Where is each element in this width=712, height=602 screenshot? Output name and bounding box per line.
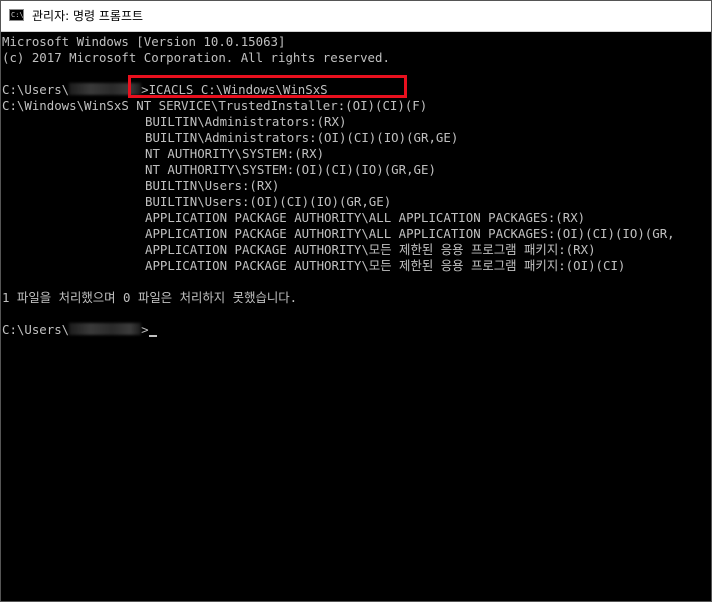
permission-line: APPLICATION PACKAGE AUTHORITY\ALL APPLIC… — [145, 210, 586, 225]
result-path: C:\Windows\WinSxS — [2, 98, 129, 113]
redacted-username — [69, 323, 142, 335]
console-output[interactable]: Microsoft Windows [Version 10.0.15063] (… — [0, 32, 712, 602]
summary-line: 1 파일을 처리했으며 0 파일은 처리하지 못했습니다. — [2, 290, 298, 305]
result-first-perm: NT SERVICE\TrustedInstaller:(OI)(CI)(F) — [128, 98, 428, 113]
cmd-icon-glyph: C:\ — [11, 11, 24, 19]
version-line: Microsoft Windows [Version 10.0.15063] — [2, 34, 286, 49]
permission-line: BUILTIN\Administrators:(RX) — [145, 114, 347, 129]
permission-line: NT AUTHORITY\SYSTEM:(OI)(CI)(IO)(GR,GE) — [145, 162, 436, 177]
copyright-line: (c) 2017 Microsoft Corporation. All righ… — [2, 50, 390, 65]
permission-line: BUILTIN\Users:(RX) — [145, 178, 280, 193]
permission-line: APPLICATION PACKAGE AUTHORITY\모든 제한된 응용 … — [145, 258, 626, 273]
permission-line: BUILTIN\Users:(OI)(CI)(IO)(GR,GE) — [145, 194, 392, 209]
permission-line: APPLICATION PACKAGE AUTHORITY\ALL APPLIC… — [145, 226, 675, 241]
permission-line: NT AUTHORITY\SYSTEM:(RX) — [145, 146, 325, 161]
permission-line: APPLICATION PACKAGE AUTHORITY\모든 제한된 응용 … — [145, 242, 596, 257]
current-prompt-line: C:\Users\ > — [2, 322, 157, 338]
result-first-line: C:\Windows\WinSxS NT SERVICE\TrustedInst… — [2, 98, 427, 114]
command-highlight-box — [128, 75, 407, 98]
text-cursor — [148, 335, 157, 337]
prompt-prefix: C:\Users\ — [2, 322, 70, 337]
permission-line: BUILTIN\Administrators:(OI)(CI)(IO)(GR,G… — [145, 130, 459, 145]
window-title: 관리자: 명령 프롬프트 — [32, 9, 144, 23]
prompt-suffix: > — [141, 322, 149, 337]
prompt-prefix: C:\Users\ — [2, 82, 70, 97]
title-bar[interactable]: C:\ 관리자: 명령 프롬프트 — [0, 0, 712, 32]
cmd-icon[interactable]: C:\ — [9, 9, 24, 21]
